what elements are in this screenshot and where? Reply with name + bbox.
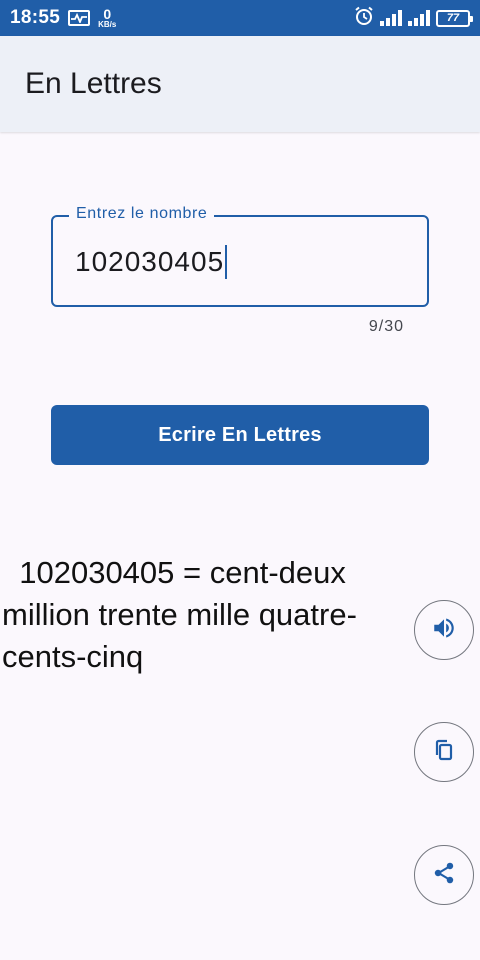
result-text: 102030405 = cent-deux million trente mil… [2,555,357,674]
number-input-value-wrap[interactable]: 102030405 [75,245,228,279]
signal-icon-1 [380,10,402,26]
status-bar-left: 18:55 0 KB/s [10,7,116,29]
number-input-value[interactable]: 102030405 [75,246,224,278]
alarm-icon [354,6,374,31]
network-speed: 0 KB/s [98,7,116,29]
copy-button[interactable] [414,722,474,782]
share-button[interactable] [414,845,474,905]
number-input-field[interactable]: Entrez le nombre 102030405 [51,205,429,307]
number-input-label: Entrez le nombre [69,205,215,223]
battery-level: 77 [446,12,460,24]
copy-icon [432,738,456,767]
battery-icon: 77 [436,9,473,27]
write-in-letters-button[interactable]: Ecrire En Lettres [51,405,429,465]
signal-icon-2 [408,10,430,26]
app-title: En Lettres [25,67,162,100]
text-cursor [225,245,228,279]
volume-up-icon [431,615,457,646]
network-speed-value: 0 [103,6,112,22]
share-icon [431,860,457,891]
status-bar: 18:55 0 KB/s 77 [0,0,480,36]
status-bar-right: 77 [354,6,473,31]
speak-button[interactable] [414,600,474,660]
write-in-letters-button-label: Ecrire En Lettres [158,423,322,446]
network-speed-unit: KB/s [98,20,117,29]
activity-monitor-icon [68,10,91,26]
character-counter: 9/30 [368,318,404,335]
status-time: 18:55 [10,7,61,28]
app-bar: En Lettres [0,36,480,132]
